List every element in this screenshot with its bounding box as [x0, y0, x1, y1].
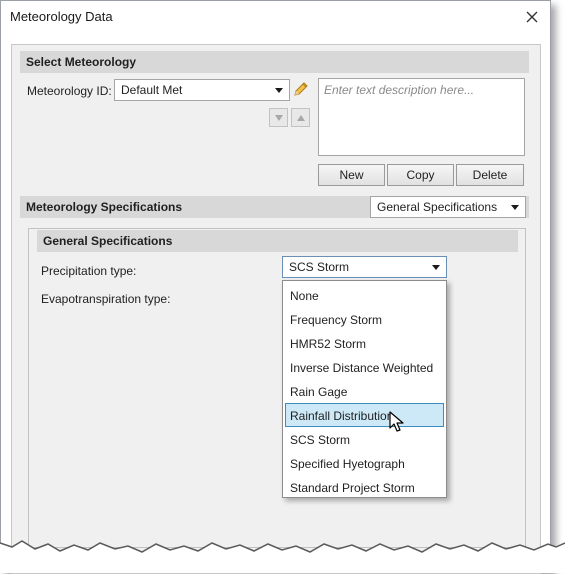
description-placeholder: Enter text description here...: [324, 83, 475, 97]
chevron-down-icon: [432, 265, 440, 270]
meteorology-id-label: Meteorology ID:: [27, 84, 112, 98]
arrow-down-icon: [274, 114, 283, 121]
move-up-button[interactable]: [291, 108, 310, 127]
new-button[interactable]: New: [318, 164, 385, 186]
window-title: Meteorology Data: [10, 9, 113, 24]
meteorology-id-value: Default Met: [121, 83, 183, 97]
precipitation-type-select[interactable]: SCS Storm: [282, 256, 447, 278]
select-meteorology-header: Select Meteorology: [20, 51, 529, 73]
option-none[interactable]: None: [285, 283, 444, 307]
general-specifications-header: General Specifications: [37, 230, 518, 252]
evapotranspiration-type-label: Evapotranspiration type:: [41, 292, 171, 306]
copy-button[interactable]: Copy: [387, 164, 454, 186]
pencil-icon: [294, 82, 308, 96]
option-rainfall-distribution[interactable]: Rainfall Distribution: [285, 403, 444, 427]
option-rain-gage[interactable]: Rain Gage: [285, 379, 444, 403]
meteorology-id-select[interactable]: Default Met: [114, 79, 290, 101]
title-bar: Meteorology Data: [1, 1, 550, 33]
content-panel: Select Meteorology Meteorology ID: Defau…: [11, 44, 541, 574]
option-inverse-distance-weighted[interactable]: Inverse Distance Weighted: [285, 355, 444, 379]
specifications-view-select[interactable]: General Specifications: [370, 196, 526, 218]
mouse-pointer-icon: [389, 411, 404, 432]
option-frequency-storm[interactable]: Frequency Storm: [285, 307, 444, 331]
option-hmr52-storm[interactable]: HMR52 Storm: [285, 331, 444, 355]
precipitation-type-label: Precipitation type:: [41, 264, 137, 278]
general-specifications-panel: General Specifications Precipitation typ…: [28, 228, 526, 548]
precipitation-type-dropdown: None Frequency Storm HMR52 Storm Inverse…: [282, 280, 447, 498]
option-scs-storm[interactable]: SCS Storm: [285, 427, 444, 451]
meteorology-data-dialog: Meteorology Data Select Meteorology Mete…: [0, 0, 551, 574]
arrow-up-icon: [296, 114, 305, 121]
close-button[interactable]: [520, 5, 544, 29]
option-specified-hyetograph[interactable]: Specified Hyetograph: [285, 451, 444, 475]
torn-edge-decoration: [0, 540, 565, 573]
edit-button[interactable]: [291, 80, 310, 99]
description-input[interactable]: Enter text description here...: [318, 78, 525, 156]
chevron-down-icon: [511, 205, 519, 210]
specifications-view-value: General Specifications: [377, 200, 498, 214]
option-standard-project-storm[interactable]: Standard Project Storm: [285, 475, 444, 499]
close-icon: [526, 11, 538, 23]
move-down-button[interactable]: [269, 108, 288, 127]
precipitation-type-value: SCS Storm: [289, 260, 350, 274]
chevron-down-icon: [275, 88, 283, 93]
delete-button[interactable]: Delete: [456, 164, 524, 186]
